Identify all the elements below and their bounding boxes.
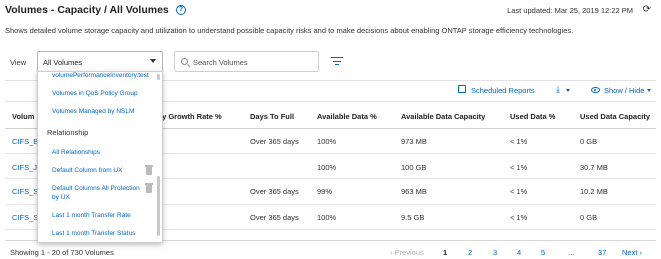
available-data-capacity: 100 GB [401, 163, 427, 172]
used-data-pct: < 1% [510, 137, 528, 146]
used-data-pct: < 1% [510, 187, 528, 196]
download-icon[interactable]: ⤓ [556, 84, 560, 95]
column-header-days-to-full[interactable]: Days To Full [250, 112, 294, 121]
available-data-pct: 100% [317, 137, 337, 146]
next-page-button[interactable]: Next › [622, 248, 642, 257]
refresh-icon[interactable]: ⟳ [643, 4, 651, 15]
dropdown-item[interactable]: Default Column from UX [52, 167, 122, 174]
dropdown-item-continuation[interactable]: by UX [52, 194, 70, 201]
available-data-pct: 99% [317, 187, 333, 196]
filter-icon[interactable] [331, 57, 343, 66]
dropdown-section-header: Relationship [47, 128, 89, 137]
search-input[interactable]: Search Volumes [174, 51, 319, 72]
page-ellipsis: ... [568, 248, 575, 257]
scheduled-reports-button[interactable]: Scheduled Reports [471, 86, 535, 95]
available-data-capacity: 9.5 GB [401, 213, 425, 222]
calendar-icon [458, 85, 466, 93]
page-button-2[interactable]: 2 [468, 248, 472, 257]
used-data-pct: < 1% [510, 213, 528, 222]
used-data-pct: < 1% [510, 163, 528, 172]
eye-icon [591, 87, 600, 93]
dropdown-item[interactable]: volumePerformanceInventory.test [52, 72, 149, 79]
dropdown-item[interactable]: Volumes in QoS Policy Group [52, 90, 138, 97]
days-to-full: Over 365 days [250, 137, 299, 146]
chevron-down-icon [150, 59, 156, 63]
trash-icon[interactable] [145, 165, 153, 175]
column-header-used-data-pct[interactable]: Used Data % [510, 112, 555, 121]
page-button-last[interactable]: 37 [598, 248, 606, 257]
page-header: Volumes - Capacity / All Volumes ? Last … [5, 4, 653, 18]
dropdown-item[interactable]: Last 1 month Transfer Rate [52, 212, 131, 219]
dropdown-item[interactable]: Default Columns All Protection [52, 185, 140, 192]
column-header-used-data-capacity[interactable]: Used Data Capacity [580, 112, 650, 121]
page-title: Volumes - Capacity / All Volumes [5, 4, 169, 16]
dropdown-scrollbar-top[interactable] [157, 74, 160, 80]
results-count: Showing 1 - 20 of 730 Volumes [10, 248, 114, 257]
volume-link[interactable]: CIFS_S [12, 213, 38, 222]
help-icon[interactable]: ? [176, 5, 186, 15]
dropdown-item[interactable]: Last 1 month Transfer Status [52, 230, 135, 237]
used-data-capacity: 30.7 MB [580, 163, 608, 172]
view-select[interactable]: All Volumes [37, 51, 163, 72]
show-hide-button[interactable]: Show / Hide [604, 86, 644, 95]
used-data-capacity: 10.2 MB [580, 187, 608, 196]
available-data-capacity: 973 MB [401, 137, 427, 146]
search-icon [181, 58, 188, 65]
days-to-full: Over 365 days [250, 187, 299, 196]
column-header-volume[interactable]: Volum [12, 112, 34, 121]
last-updated: Last updated: Mar 25, 2019 12:22 PM [507, 6, 633, 15]
page-button-5[interactable]: 5 [541, 248, 545, 257]
show-hide-caret-icon[interactable] [647, 89, 651, 92]
volume-link[interactable]: CIFS_B [12, 137, 38, 146]
page-button-4[interactable]: 4 [517, 248, 521, 257]
used-data-capacity: 0 GB [580, 137, 598, 146]
column-header-available-data-pct[interactable]: Available Data % [317, 112, 377, 121]
download-caret-icon[interactable] [566, 89, 570, 92]
view-select-value: All Volumes [43, 58, 83, 67]
available-data-capacity: 963 MB [401, 187, 427, 196]
dropdown-item[interactable]: All Relationships [52, 149, 100, 156]
available-data-pct: 100% [317, 213, 337, 222]
page-button-3[interactable]: 3 [493, 248, 497, 257]
column-header-growth-rate[interactable]: ly Growth Rate % [160, 112, 222, 121]
used-data-capacity: 0 GB [580, 213, 598, 222]
dropdown-item[interactable]: Volumes Managed by NSLM [52, 108, 134, 115]
page-description: Shows detailed volume storage capacity a… [5, 26, 574, 35]
page-button-1[interactable]: 1 [443, 248, 447, 257]
available-data-pct: 100% [317, 163, 337, 172]
previous-page-button[interactable]: ‹ Previous [390, 248, 424, 257]
column-header-available-data-capacity[interactable]: Available Data Capacity [401, 112, 485, 121]
days-to-full: Over 365 days [250, 213, 299, 222]
dropdown-scrollbar[interactable] [157, 176, 160, 236]
search-placeholder: Search Volumes [193, 58, 248, 67]
view-dropdown-menu[interactable]: volumePerformanceInventory.test Volumes … [37, 71, 163, 243]
view-label: View [10, 58, 27, 67]
trash-icon[interactable] [145, 183, 153, 193]
